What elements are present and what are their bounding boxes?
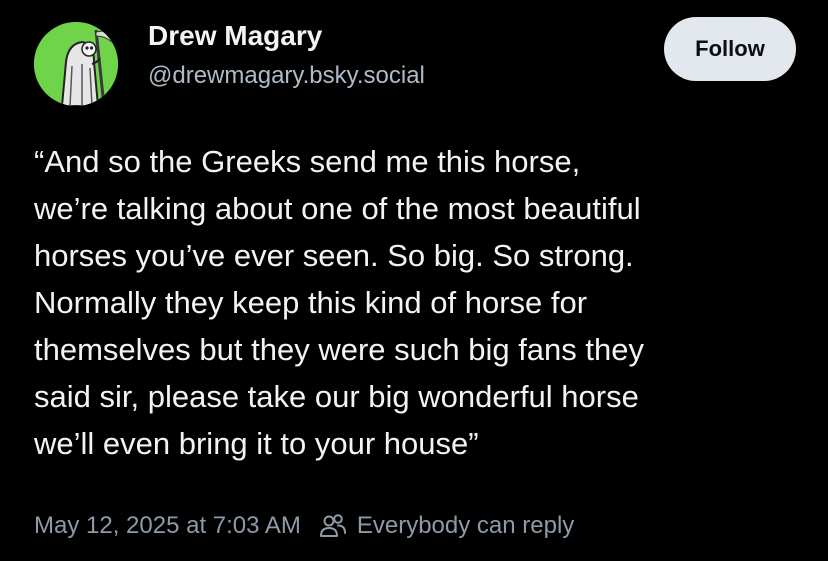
post-meta: May 12, 2025 at 7:03 AM Everybody can re…: [34, 512, 574, 540]
reply-setting: Everybody can reply: [356, 512, 575, 539]
post-text-line: we’ll even bring it to your house”: [34, 426, 479, 461]
post-text-line: Normally they keep this kind of horse fo…: [34, 285, 588, 320]
people-icon: [319, 513, 347, 539]
post-text-line: we’re talking about one of the most beau…: [34, 191, 641, 226]
grim-reaper-avatar-icon: [34, 22, 118, 106]
post-text-line: “And so the Greeks send me this horse,: [34, 144, 581, 179]
author-display-name[interactable]: Drew Magary: [148, 20, 322, 52]
post-text-line: themselves but they were such big fans t…: [34, 332, 644, 367]
post-timestamp[interactable]: May 12, 2025 at 7:03 AM: [34, 512, 301, 540]
post-text-line: said sir, please take our big wonderful …: [34, 379, 639, 414]
author-handle[interactable]: @drewmagary.bsky.social: [148, 62, 425, 90]
post-text-line: horses you’ve ever seen. So big. So stro…: [34, 238, 634, 273]
avatar[interactable]: [34, 22, 118, 106]
post-text: “And so the Greeks send me this horse, w…: [34, 138, 804, 467]
follow-button[interactable]: Follow: [664, 17, 796, 81]
post-card: Drew Magary @drewmagary.bsky.social Foll…: [0, 0, 828, 561]
